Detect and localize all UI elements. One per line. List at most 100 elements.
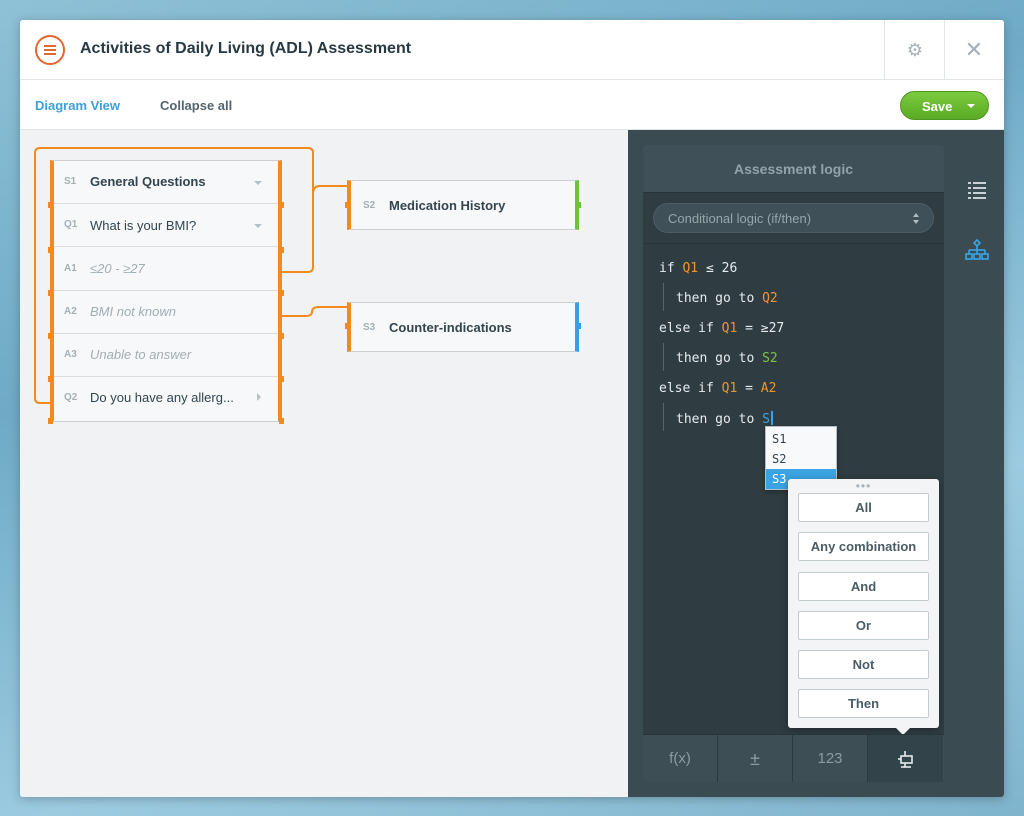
list-view-icon[interactable] bbox=[965, 178, 989, 202]
logic-sidebar: Assessment logic Conditional logic (if/t… bbox=[628, 130, 1004, 797]
code-operator: = ≥27 bbox=[745, 321, 785, 336]
indent-guide bbox=[663, 403, 664, 431]
code-line[interactable]: then go to S2 bbox=[676, 351, 778, 366]
logic-panel-header: Assessment logic bbox=[643, 145, 944, 193]
operator-not-button[interactable]: Not bbox=[798, 650, 929, 679]
input-port[interactable] bbox=[48, 247, 53, 253]
node-label: Counter-indications bbox=[389, 320, 512, 335]
divider bbox=[643, 243, 944, 244]
node-tag: S1 bbox=[64, 176, 77, 187]
code-line[interactable]: then go to Q2 bbox=[676, 291, 778, 306]
logic-bottom-bar: f(x) ± 123 bbox=[643, 734, 944, 782]
input-port[interactable] bbox=[48, 290, 53, 296]
operator-or-button[interactable]: Or bbox=[798, 611, 929, 640]
section-node-s1[interactable]: S1 General Questions Q1 What is your BMI… bbox=[50, 160, 282, 422]
input-port[interactable] bbox=[48, 333, 53, 339]
close-icon[interactable]: ✕ bbox=[964, 38, 984, 62]
plus-minus-tab[interactable]: ± bbox=[718, 735, 793, 782]
code-variable: Q1 bbox=[721, 321, 738, 336]
output-port[interactable] bbox=[279, 418, 284, 424]
code-operator: = bbox=[745, 381, 753, 396]
question-row-q2[interactable]: Q2 Do you have any allerg... bbox=[54, 377, 278, 420]
logic-tab[interactable] bbox=[868, 735, 943, 782]
text-cursor bbox=[770, 411, 773, 425]
chevron-down-icon[interactable] bbox=[254, 224, 262, 228]
hamburger-menu-icon[interactable] bbox=[35, 35, 65, 65]
flow-diagram-icon[interactable] bbox=[965, 238, 989, 262]
autocomplete-option[interactable]: S1 bbox=[766, 429, 836, 449]
operator-any-combination-button[interactable]: Any combination bbox=[798, 532, 929, 561]
answer-row-a1[interactable]: A1 ≤20 - ≥27 bbox=[54, 248, 278, 291]
input-port[interactable] bbox=[345, 323, 350, 329]
node-tag: Q2 bbox=[64, 392, 78, 403]
node-label: Unable to answer bbox=[90, 347, 192, 362]
chevron-up-icon bbox=[913, 213, 919, 217]
diagram-canvas: S1 General Questions Q1 What is your BMI… bbox=[20, 130, 628, 797]
code-line[interactable]: else if Q1 = A2 bbox=[659, 381, 776, 396]
code-keyword: then go to bbox=[676, 351, 755, 366]
operator-then-button[interactable]: Then bbox=[798, 689, 929, 718]
logic-panel-title: Assessment logic bbox=[733, 161, 854, 177]
header-divider bbox=[884, 20, 885, 80]
output-port[interactable] bbox=[279, 376, 284, 382]
logic-mode-value: Conditional logic (if/then) bbox=[668, 211, 812, 226]
input-port[interactable] bbox=[345, 202, 350, 208]
save-button[interactable]: Save bbox=[900, 91, 989, 120]
input-port[interactable] bbox=[48, 202, 53, 208]
assessment-logic-panel: Assessment logic Conditional logic (if/t… bbox=[643, 145, 944, 782]
indent-guide bbox=[663, 283, 664, 311]
node-tag: S3 bbox=[363, 322, 376, 333]
toolbar: Diagram View Collapse all Save bbox=[20, 81, 1004, 130]
code-line[interactable]: if Q1 ≤ 26 bbox=[659, 261, 737, 276]
code-target: S bbox=[762, 412, 770, 427]
code-variable: Q1 bbox=[721, 381, 738, 396]
output-port[interactable] bbox=[576, 202, 581, 208]
node-tag: A3 bbox=[64, 349, 77, 360]
node-label: Do you have any allerg... bbox=[90, 390, 234, 405]
code-line[interactable]: then go to S bbox=[676, 411, 773, 427]
logic-operators-icon bbox=[897, 751, 913, 768]
chevron-down-icon bbox=[913, 220, 919, 224]
input-port[interactable] bbox=[48, 418, 53, 424]
output-port[interactable] bbox=[279, 290, 284, 296]
node-tag: A1 bbox=[64, 263, 77, 274]
section-header-row[interactable]: S1 General Questions bbox=[54, 161, 278, 204]
output-port[interactable] bbox=[279, 247, 284, 253]
operator-and-button[interactable]: And bbox=[798, 572, 929, 601]
output-port[interactable] bbox=[279, 202, 284, 208]
title-bar: Activities of Daily Living (ADL) Assessm… bbox=[20, 20, 1004, 80]
autocomplete-option[interactable]: S2 bbox=[766, 449, 836, 469]
drag-handle-icon[interactable]: ••• bbox=[788, 480, 939, 492]
indent-guide bbox=[663, 343, 664, 371]
logic-mode-select[interactable]: Conditional logic (if/then) bbox=[653, 203, 934, 233]
node-label: ≤20 - ≥27 bbox=[90, 261, 145, 276]
code-value: A2 bbox=[760, 381, 777, 396]
section-node-s2[interactable]: S2 Medication History bbox=[347, 180, 579, 230]
diagram-view-link[interactable]: Diagram View bbox=[35, 98, 120, 113]
input-port[interactable] bbox=[48, 376, 53, 382]
output-port[interactable] bbox=[576, 323, 581, 329]
code-line[interactable]: else if Q1 = ≥27 bbox=[659, 321, 784, 336]
section-node-s3[interactable]: S3 Counter-indications bbox=[347, 302, 579, 352]
save-button-label: Save bbox=[922, 99, 953, 114]
code-keyword: then go to bbox=[676, 412, 755, 427]
question-row-q1[interactable]: Q1 What is your BMI? bbox=[54, 205, 278, 247]
answer-row-a3[interactable]: A3 Unable to answer bbox=[54, 334, 278, 377]
node-tag: S2 bbox=[363, 200, 376, 211]
collapse-all-link[interactable]: Collapse all bbox=[160, 98, 232, 113]
function-tab[interactable]: f(x) bbox=[643, 735, 718, 782]
node-label: BMI not known bbox=[90, 304, 176, 319]
number-tab[interactable]: 123 bbox=[793, 735, 868, 782]
operator-popover: ••• All Any combination And Or Not Then bbox=[788, 479, 939, 735]
output-port[interactable] bbox=[279, 333, 284, 339]
code-keyword: if bbox=[659, 261, 675, 276]
chevron-down-icon[interactable] bbox=[254, 181, 262, 185]
answer-row-a2[interactable]: A2 BMI not known bbox=[54, 291, 278, 334]
chevron-right-icon[interactable] bbox=[257, 393, 261, 401]
operator-all-button[interactable]: All bbox=[798, 493, 929, 522]
node-label: Medication History bbox=[389, 198, 506, 213]
node-tag: A2 bbox=[64, 306, 77, 317]
chevron-down-icon[interactable] bbox=[967, 104, 975, 108]
app-window: Activities of Daily Living (ADL) Assessm… bbox=[20, 20, 1004, 797]
gear-icon[interactable]: ⚙ bbox=[905, 40, 925, 60]
